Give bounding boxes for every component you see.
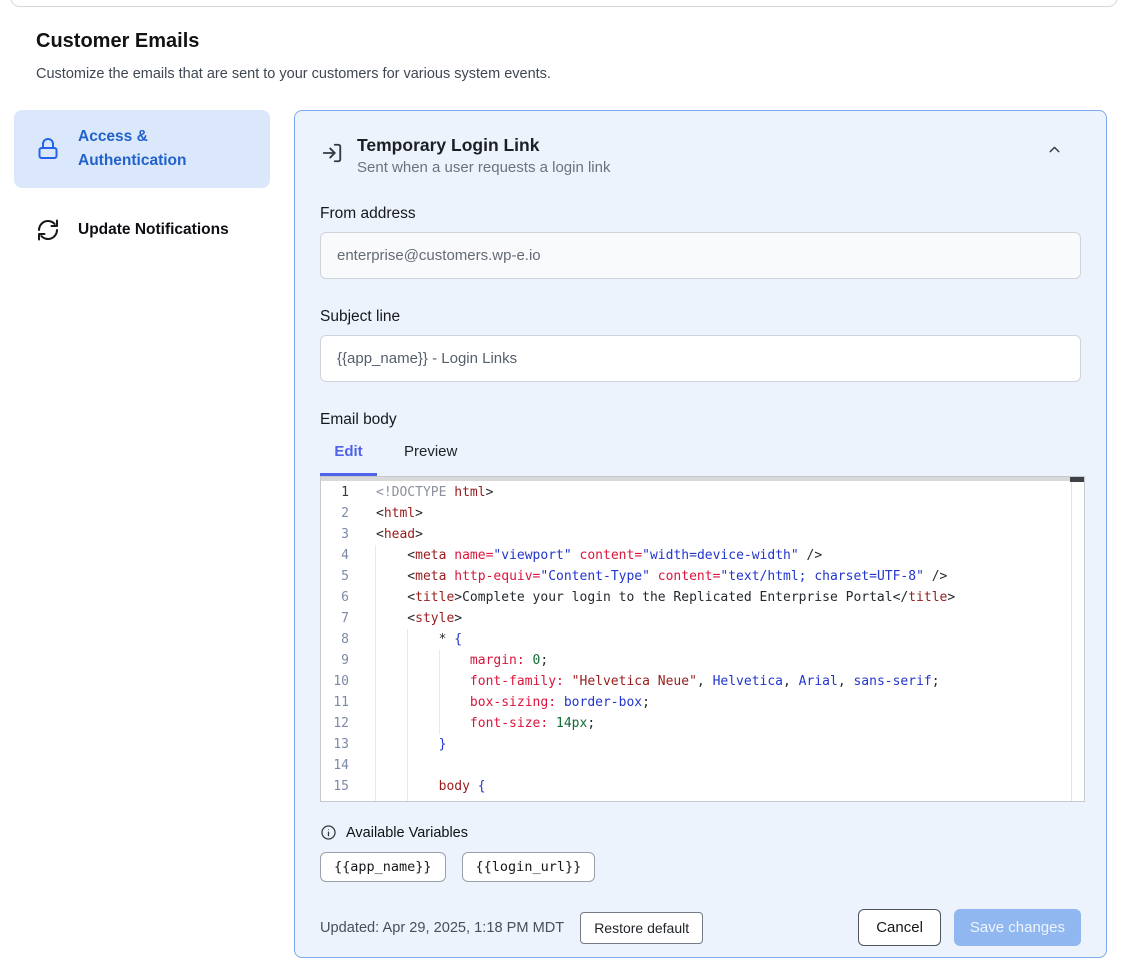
previous-card-bottom-edge [10, 0, 1118, 7]
code-line: 1<!DOCTYPE html> [321, 482, 1084, 503]
sidebar-item-label: Access & Authentication [78, 125, 258, 173]
tab-edit[interactable]: Edit [320, 443, 377, 460]
line-number: 5 [321, 566, 361, 587]
available-variables-label: Available Variables [346, 825, 468, 841]
code-line: 2<html> [321, 503, 1084, 524]
from-address-label: From address [320, 205, 1081, 223]
page-subtitle: Customize the emails that are sent to yo… [36, 66, 551, 82]
editor-horizontal-scrollbar-track[interactable] [321, 477, 1071, 481]
code-line: 11 box-sizing: border-box; [321, 692, 1084, 713]
editor-scrollbar-thumb[interactable] [1070, 477, 1084, 482]
editor-vertical-scrollbar-track[interactable] [1071, 477, 1084, 801]
line-number: 14 [321, 755, 361, 776]
code-line: 4 <meta name="viewport" content="width=d… [321, 545, 1084, 566]
subject-line-label: Subject line [320, 308, 1081, 326]
card-footer: Updated: Apr 29, 2025, 1:18 PM MDT Resto… [320, 909, 1081, 946]
line-number: 1 [321, 482, 361, 503]
page: Customer Emails Customize the emails tha… [0, 0, 1128, 980]
line-number: 3 [321, 524, 361, 545]
temporary-login-link-card: Temporary Login Link Sent when a user re… [294, 110, 1107, 958]
line-number: 16 [321, 797, 361, 802]
line-number: 15 [321, 776, 361, 797]
sidebar-item-label: Update Notifications [78, 218, 229, 242]
line-number: 2 [321, 503, 361, 524]
line-number: 10 [321, 671, 361, 692]
code-line: 15 body { [321, 776, 1084, 797]
page-title: Customer Emails [36, 30, 199, 53]
line-number: 9 [321, 650, 361, 671]
sidebar-item-access-authentication[interactable]: Access & Authentication [14, 110, 270, 188]
code-line: 6 <title>Complete your login to the Repl… [321, 587, 1084, 608]
code-line: 12 font-size: 14px; [321, 713, 1084, 734]
line-number: 8 [321, 629, 361, 650]
variable-chip[interactable]: {{app_name}} [320, 852, 446, 882]
subject-line-input[interactable] [320, 335, 1081, 382]
refresh-icon [36, 218, 60, 242]
code-line: 8 * { [321, 629, 1084, 650]
variable-chips: {{app_name}} {{login_url}} [320, 852, 1081, 882]
code-line: 13 } [321, 734, 1084, 755]
code-line: 5 <meta http-equiv="Content-Type" conten… [321, 566, 1084, 587]
updated-timestamp: Updated: Apr 29, 2025, 1:18 PM MDT [320, 920, 564, 936]
line-number: 7 [321, 608, 361, 629]
card-title: Temporary Login Link [357, 135, 1033, 156]
card-header: Temporary Login Link Sent when a user re… [320, 135, 1081, 176]
email-body-editor[interactable]: 1<!DOCTYPE html>2<html>3<head>4 <meta na… [320, 476, 1085, 802]
code-line: 10 font-family: "Helvetica Neue", Helvet… [321, 671, 1084, 692]
email-categories-sidebar: Access & Authentication Update Notificati… [14, 110, 270, 254]
line-number: 4 [321, 545, 361, 566]
tab-preview[interactable]: Preview [404, 443, 457, 460]
code-line: 16 background-color: #f6f9fc; [321, 797, 1084, 802]
cancel-button[interactable]: Cancel [858, 909, 941, 946]
line-number: 6 [321, 587, 361, 608]
email-body-label: Email body [320, 411, 1081, 429]
code-line: 14 [321, 755, 1084, 776]
code-area[interactable]: 1<!DOCTYPE html>2<html>3<head>4 <meta na… [321, 477, 1084, 801]
email-body-tabs: Edit Preview [320, 443, 1081, 476]
lock-icon [36, 137, 60, 161]
line-number: 12 [321, 713, 361, 734]
sidebar-item-update-notifications[interactable]: Update Notifications [14, 206, 270, 254]
save-changes-button[interactable]: Save changes [954, 909, 1081, 946]
login-icon [320, 142, 344, 164]
code-line: 7 <style> [321, 608, 1084, 629]
restore-default-button[interactable]: Restore default [580, 912, 703, 944]
variable-chip[interactable]: {{login_url}} [462, 852, 596, 882]
code-line: 9 margin: 0; [321, 650, 1084, 671]
line-number: 13 [321, 734, 361, 755]
collapse-card-button[interactable] [1046, 141, 1063, 161]
code-line: 3<head> [321, 524, 1084, 545]
from-address-input[interactable] [320, 232, 1081, 279]
chevron-up-icon [1046, 146, 1063, 161]
card-subtitle: Sent when a user requests a login link [357, 159, 1033, 176]
line-number: 11 [321, 692, 361, 713]
info-icon [320, 824, 337, 841]
